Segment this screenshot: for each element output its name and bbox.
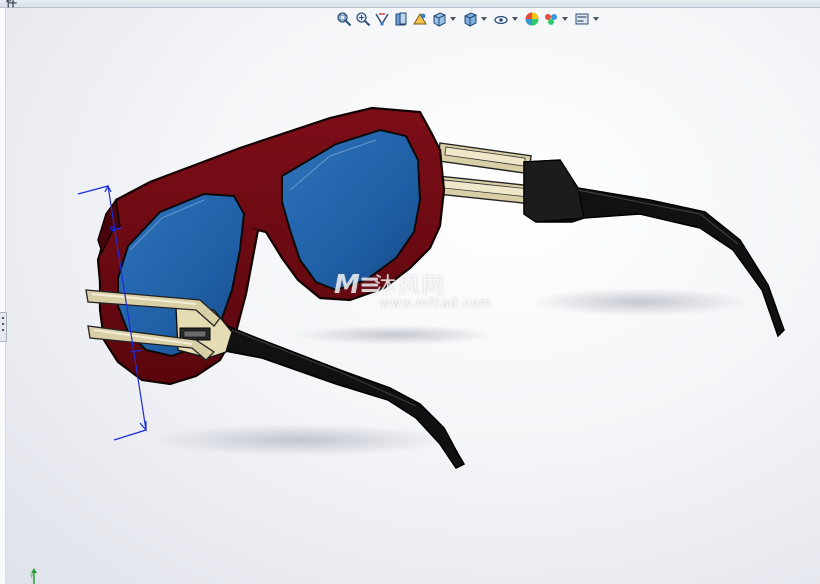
apply-scene-icon bbox=[545, 14, 557, 25]
view-settings-icon bbox=[575, 13, 589, 25]
zoom-to-area-button[interactable] bbox=[355, 11, 371, 27]
floor-shadow bbox=[530, 288, 750, 316]
floor-shadow bbox=[150, 424, 450, 456]
svg-text:Y: Y bbox=[29, 573, 34, 580]
chevron-down-icon bbox=[512, 17, 518, 21]
chevron-down-icon bbox=[450, 17, 456, 21]
zoom-to-fit-button[interactable] bbox=[336, 11, 352, 27]
chevron-down-icon bbox=[562, 17, 568, 21]
graphics-viewport[interactable]: 件 ⌀ M≡ 沐风网 www.mfcad.com Y bbox=[0, 0, 820, 584]
apply-scene-button[interactable] bbox=[543, 11, 559, 27]
display-style-icon bbox=[464, 12, 477, 27]
heads-up-view-toolbar bbox=[336, 10, 602, 28]
view-settings-button[interactable] bbox=[574, 11, 590, 27]
view-orientation-icon bbox=[433, 12, 446, 27]
hide-show-items-button[interactable] bbox=[493, 11, 509, 27]
apply-scene-dropdown[interactable] bbox=[562, 11, 568, 27]
zoom-to-fit-icon bbox=[337, 12, 352, 27]
edit-appearance-button[interactable] bbox=[524, 11, 540, 27]
edit-appearance-icon bbox=[525, 12, 539, 26]
section-view-button[interactable] bbox=[393, 11, 409, 27]
previous-view-icon bbox=[375, 13, 389, 26]
section-view-icon bbox=[395, 12, 407, 26]
view-orientation-button[interactable] bbox=[431, 11, 447, 27]
display-style-button[interactable] bbox=[462, 11, 478, 27]
dynamic-annotation-views-icon bbox=[413, 13, 427, 25]
previous-view-button[interactable] bbox=[374, 11, 390, 27]
floor-shadow bbox=[295, 325, 495, 345]
view-orientation-dropdown[interactable] bbox=[450, 11, 456, 27]
view-settings-dropdown[interactable] bbox=[593, 11, 599, 27]
dynamic-annotation-views-button[interactable] bbox=[412, 11, 428, 27]
reference-triad-icon: Y bbox=[29, 568, 37, 584]
hide-show-items-dropdown[interactable] bbox=[512, 11, 518, 27]
hide-show-items-icon bbox=[494, 15, 508, 25]
zoom-to-area-icon bbox=[356, 12, 371, 27]
glasses-model[interactable]: ⌀ bbox=[0, 0, 820, 584]
chevron-down-icon bbox=[593, 17, 599, 21]
chevron-down-icon bbox=[481, 17, 487, 21]
display-style-dropdown[interactable] bbox=[481, 11, 487, 27]
